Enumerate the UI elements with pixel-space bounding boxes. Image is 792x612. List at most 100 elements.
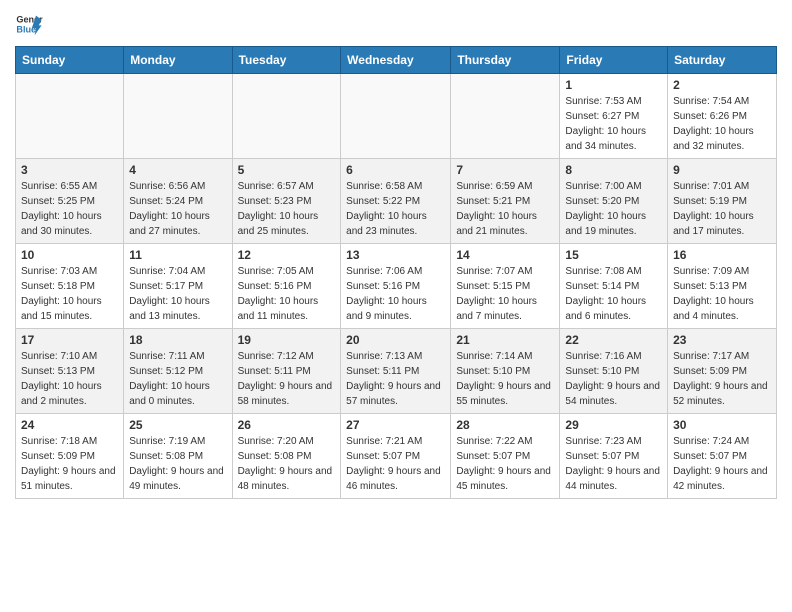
calendar-day-cell	[124, 74, 232, 159]
weekday-header: Sunday	[16, 47, 124, 74]
day-number: 26	[238, 418, 336, 432]
day-info: Sunrise: 7:00 AMSunset: 5:20 PMDaylight:…	[565, 179, 662, 239]
day-number: 20	[346, 333, 445, 347]
calendar-day-cell: 27 Sunrise: 7:21 AMSunset: 5:07 PMDayligh…	[341, 414, 451, 499]
day-info: Sunrise: 7:18 AMSunset: 5:09 PMDaylight:…	[21, 434, 118, 494]
day-number: 23	[673, 333, 771, 347]
calendar-day-cell	[232, 74, 341, 159]
day-info: Sunrise: 7:10 AMSunset: 5:13 PMDaylight:…	[21, 349, 118, 409]
day-info: Sunrise: 7:17 AMSunset: 5:09 PMDaylight:…	[673, 349, 771, 409]
calendar-table: SundayMondayTuesdayWednesdayThursdayFrid…	[15, 46, 777, 499]
calendar-day-cell	[341, 74, 451, 159]
day-info: Sunrise: 7:01 AMSunset: 5:19 PMDaylight:…	[673, 179, 771, 239]
day-info: Sunrise: 7:19 AMSunset: 5:08 PMDaylight:…	[129, 434, 226, 494]
calendar-day-cell: 5Sunrise: 6:57 AMSunset: 5:23 PMDaylight…	[232, 159, 341, 244]
calendar-day-cell: 1Sunrise: 7:53 AMSunset: 6:27 PMDaylight…	[560, 74, 668, 159]
calendar-day-cell: 9Sunrise: 7:01 AMSunset: 5:19 PMDaylight…	[668, 159, 777, 244]
day-number: 11	[129, 248, 226, 262]
day-number: 13	[346, 248, 445, 262]
weekday-header: Tuesday	[232, 47, 341, 74]
day-number: 1	[565, 78, 662, 92]
day-number: 30	[673, 418, 771, 432]
day-number: 17	[21, 333, 118, 347]
day-number: 21	[456, 333, 554, 347]
day-info: Sunrise: 7:21 AMSunset: 5:07 PMDaylight:…	[346, 434, 445, 494]
calendar-day-cell: 30 Sunrise: 7:24 AMSunset: 5:07 PMDayligh…	[668, 414, 777, 499]
day-info: Sunrise: 6:58 AMSunset: 5:22 PMDaylight:…	[346, 179, 445, 239]
calendar-day-cell: 8 Sunrise: 7:00 AMSunset: 5:20 PMDaylight…	[560, 159, 668, 244]
day-number: 22	[565, 333, 662, 347]
day-info: Sunrise: 7:08 AMSunset: 5:14 PMDaylight:…	[565, 264, 662, 324]
calendar-day-cell: 10 Sunrise: 7:03 AMSunset: 5:18 PMDayligh…	[16, 244, 124, 329]
calendar-day-cell: 23 Sunrise: 7:17 AMSunset: 5:09 PMDayligh…	[668, 329, 777, 414]
calendar-day-cell: 22Sunrise: 7:16 AMSunset: 5:10 PMDayligh…	[560, 329, 668, 414]
day-info: Sunrise: 7:22 AMSunset: 5:07 PMDaylight:…	[456, 434, 554, 494]
day-info: Sunrise: 7:03 AMSunset: 5:18 PMDaylight:…	[21, 264, 118, 324]
day-info: Sunrise: 6:55 AMSunset: 5:25 PMDaylight:…	[21, 179, 118, 239]
day-number: 29	[565, 418, 662, 432]
weekday-header: Wednesday	[341, 47, 451, 74]
day-info: Sunrise: 7:23 AMSunset: 5:07 PMDaylight:…	[565, 434, 662, 494]
calendar-day-cell: 20 Sunrise: 7:13 AMSunset: 5:11 PMDayligh…	[341, 329, 451, 414]
day-number: 7	[456, 163, 554, 177]
day-number: 16	[673, 248, 771, 262]
calendar-day-cell: 12 Sunrise: 7:05 AMSunset: 5:16 PMDayligh…	[232, 244, 341, 329]
calendar-day-cell: 6 Sunrise: 6:58 AMSunset: 5:22 PMDaylight…	[341, 159, 451, 244]
calendar-week-row: 24 Sunrise: 7:18 AMSunset: 5:09 PMDayligh…	[16, 414, 777, 499]
day-info: Sunrise: 7:05 AMSunset: 5:16 PMDaylight:…	[238, 264, 336, 324]
calendar-day-cell: 19 Sunrise: 7:12 AMSunset: 5:11 PMDayligh…	[232, 329, 341, 414]
day-number: 19	[238, 333, 336, 347]
day-info: Sunrise: 6:56 AMSunset: 5:24 PMDaylight:…	[129, 179, 226, 239]
logo: General Blue	[15, 10, 43, 38]
calendar-week-row: 3 Sunrise: 6:55 AMSunset: 5:25 PMDaylight…	[16, 159, 777, 244]
calendar-day-cell: 21 Sunrise: 7:14 AMSunset: 5:10 PMDayligh…	[451, 329, 560, 414]
calendar-header-row: SundayMondayTuesdayWednesdayThursdayFrid…	[16, 47, 777, 74]
day-number: 5	[238, 163, 336, 177]
calendar-day-cell: 18 Sunrise: 7:11 AMSunset: 5:12 PMDayligh…	[124, 329, 232, 414]
day-number: 18	[129, 333, 226, 347]
calendar-week-row: 1Sunrise: 7:53 AMSunset: 6:27 PMDaylight…	[16, 74, 777, 159]
day-info: Sunrise: 7:54 AMSunset: 6:26 PMDaylight:…	[673, 94, 771, 154]
day-number: 10	[21, 248, 118, 262]
day-number: 4	[129, 163, 226, 177]
day-number: 2	[673, 78, 771, 92]
weekday-header: Monday	[124, 47, 232, 74]
day-info: Sunrise: 7:09 AMSunset: 5:13 PMDaylight:…	[673, 264, 771, 324]
calendar-day-cell: 26 Sunrise: 7:20 AMSunset: 5:08 PMDayligh…	[232, 414, 341, 499]
day-number: 27	[346, 418, 445, 432]
calendar-day-cell	[16, 74, 124, 159]
calendar-day-cell	[451, 74, 560, 159]
calendar-day-cell: 17 Sunrise: 7:10 AMSunset: 5:13 PMDayligh…	[16, 329, 124, 414]
day-number: 6	[346, 163, 445, 177]
day-info: Sunrise: 7:20 AMSunset: 5:08 PMDaylight:…	[238, 434, 336, 494]
day-info: Sunrise: 7:24 AMSunset: 5:07 PMDaylight:…	[673, 434, 771, 494]
day-info: Sunrise: 7:04 AMSunset: 5:17 PMDaylight:…	[129, 264, 226, 324]
calendar-week-row: 17 Sunrise: 7:10 AMSunset: 5:13 PMDayligh…	[16, 329, 777, 414]
calendar-day-cell: 29 Sunrise: 7:23 AMSunset: 5:07 PMDayligh…	[560, 414, 668, 499]
day-number: 28	[456, 418, 554, 432]
logo-icon: General Blue	[15, 10, 43, 38]
day-number: 24	[21, 418, 118, 432]
calendar-day-cell: 14Sunrise: 7:07 AMSunset: 5:15 PMDayligh…	[451, 244, 560, 329]
day-number: 15	[565, 248, 662, 262]
day-number: 3	[21, 163, 118, 177]
weekday-header: Thursday	[451, 47, 560, 74]
weekday-header: Friday	[560, 47, 668, 74]
day-number: 8	[565, 163, 662, 177]
day-number: 12	[238, 248, 336, 262]
calendar-day-cell: 11 Sunrise: 7:04 AMSunset: 5:17 PMDayligh…	[124, 244, 232, 329]
day-info: Sunrise: 7:06 AMSunset: 5:16 PMDaylight:…	[346, 264, 445, 324]
day-info: Sunrise: 7:12 AMSunset: 5:11 PMDaylight:…	[238, 349, 336, 409]
day-info: Sunrise: 7:11 AMSunset: 5:12 PMDaylight:…	[129, 349, 226, 409]
calendar-day-cell: 16 Sunrise: 7:09 AMSunset: 5:13 PMDayligh…	[668, 244, 777, 329]
calendar-week-row: 10 Sunrise: 7:03 AMSunset: 5:18 PMDayligh…	[16, 244, 777, 329]
calendar-day-cell: 4 Sunrise: 6:56 AMSunset: 5:24 PMDaylight…	[124, 159, 232, 244]
day-info: Sunrise: 7:13 AMSunset: 5:11 PMDaylight:…	[346, 349, 445, 409]
calendar-day-cell: 2 Sunrise: 7:54 AMSunset: 6:26 PMDaylight…	[668, 74, 777, 159]
weekday-header: Saturday	[668, 47, 777, 74]
calendar-day-cell: 13 Sunrise: 7:06 AMSunset: 5:16 PMDayligh…	[341, 244, 451, 329]
calendar-day-cell: 3 Sunrise: 6:55 AMSunset: 5:25 PMDaylight…	[16, 159, 124, 244]
calendar-day-cell: 28 Sunrise: 7:22 AMSunset: 5:07 PMDayligh…	[451, 414, 560, 499]
calendar-day-cell: 7Sunrise: 6:59 AMSunset: 5:21 PMDaylight…	[451, 159, 560, 244]
day-info: Sunrise: 7:14 AMSunset: 5:10 PMDaylight:…	[456, 349, 554, 409]
